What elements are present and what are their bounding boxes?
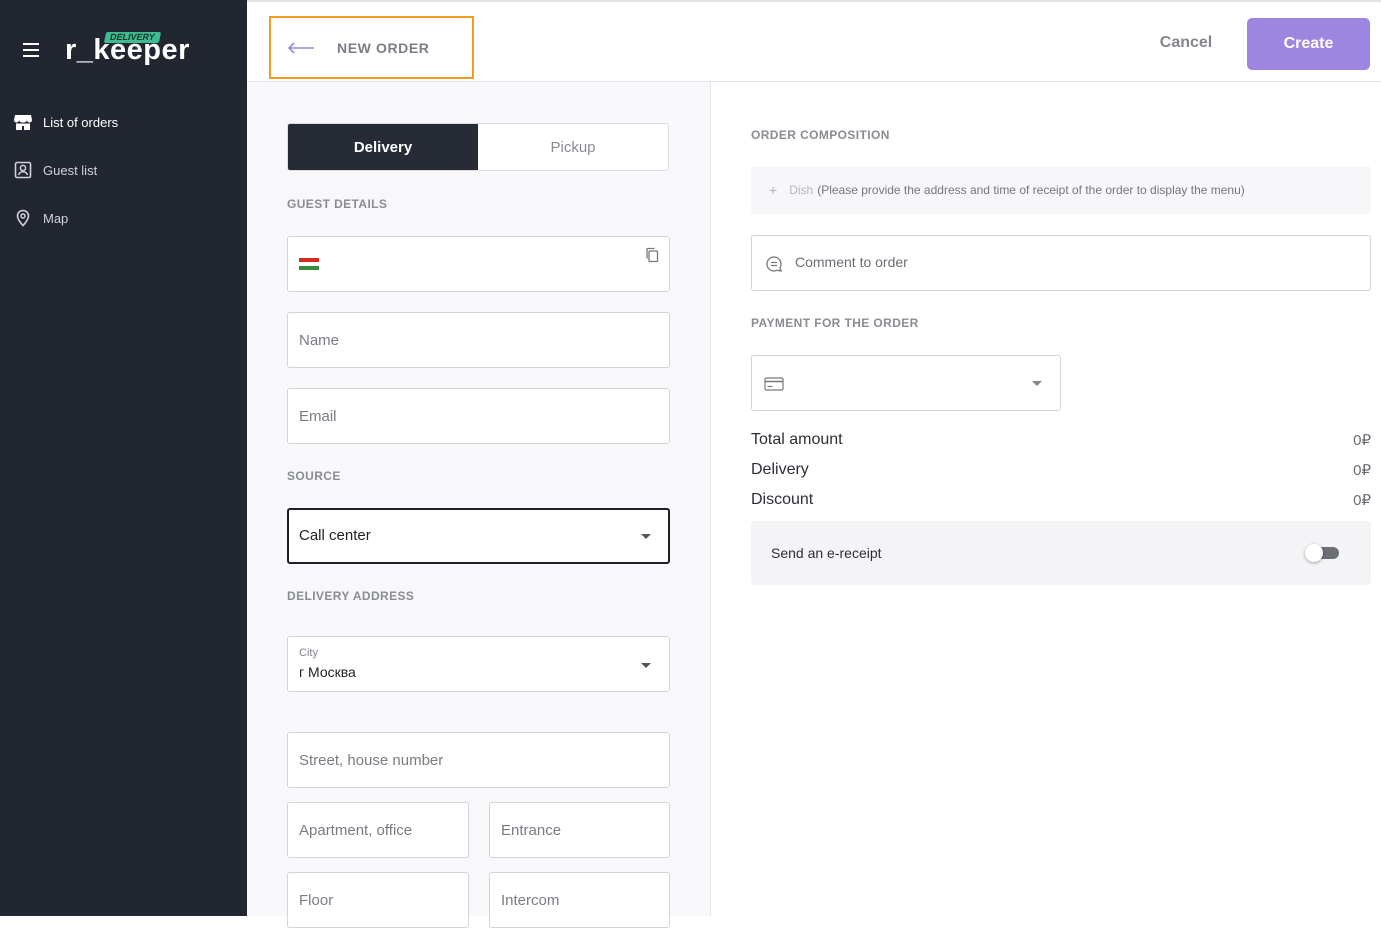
logo-tag: DELIVERY (103, 32, 161, 43)
page-header: NEW ORDER (269, 16, 474, 79)
sidebar: r_keeper DELIVERY List of orders Guest l… (0, 0, 247, 916)
city-label: City (299, 647, 318, 659)
entrance-field[interactable]: Entrance (489, 802, 670, 858)
name-field[interactable]: Name (287, 312, 670, 368)
email-field[interactable]: Email (287, 388, 670, 444)
comment-icon (765, 255, 783, 273)
email-placeholder: Email (299, 408, 337, 425)
city-select[interactable]: City г Москва (287, 636, 670, 692)
name-placeholder: Name (299, 332, 340, 349)
cancel-button[interactable]: Cancel (1142, 18, 1230, 68)
sidebar-item-list-of-orders[interactable]: List of orders (12, 108, 242, 136)
floor-placeholder: Floor (299, 892, 334, 909)
back-arrow-icon[interactable] (287, 41, 315, 55)
e-receipt-panel: Send an e-receipt (751, 521, 1371, 585)
total-amount-row: Total amount 0₽ (751, 431, 1371, 453)
map-pin-icon (12, 207, 34, 229)
copy-icon[interactable] (645, 247, 659, 263)
order-summary: ORDER COMPOSITION + Dish (Please provide… (711, 82, 1381, 916)
order-form: Delivery Pickup GUEST DETAILS Name Email… (247, 82, 711, 928)
comment-field[interactable]: Comment to order (751, 235, 1371, 291)
intercom-field[interactable]: Intercom (489, 872, 670, 928)
chevron-down-icon (641, 663, 651, 668)
plus-icon[interactable]: + (769, 182, 777, 198)
sidebar-item-label: Guest list (43, 162, 98, 178)
pickup-tab[interactable]: Pickup (478, 124, 668, 170)
dish-label: Dish (789, 183, 814, 197)
discount-row: Discount 0₽ (751, 491, 1371, 513)
city-value: г Москва (299, 664, 356, 680)
dish-hint: (Please provide the address and time of … (817, 183, 1245, 197)
source-value: Call center (299, 527, 371, 544)
order-type-switch: Delivery Pickup (287, 123, 669, 171)
total-amount-label: Total amount (751, 431, 843, 448)
order-composition-heading: ORDER COMPOSITION (751, 128, 890, 142)
credit-card-icon (764, 377, 784, 391)
store-icon (12, 111, 34, 133)
delivery-address-heading: DELIVERY ADDRESS (287, 589, 415, 603)
discount-label: Discount (751, 491, 814, 508)
guest-details-heading: GUEST DETAILS (287, 197, 388, 211)
add-dish-row[interactable]: + Dish (Please provide the address and t… (751, 166, 1371, 214)
chevron-down-icon (1032, 381, 1042, 386)
sidebar-item-map[interactable]: Map (12, 204, 242, 232)
discount-value: 0₽ (1353, 492, 1371, 509)
comment-placeholder: Comment to order (795, 254, 908, 270)
delivery-tab[interactable]: Delivery (288, 124, 478, 170)
sidebar-item-guest-list[interactable]: Guest list (12, 156, 242, 184)
e-receipt-label: Send an e-receipt (771, 545, 882, 561)
toggle-knob (1305, 544, 1323, 562)
page-title: NEW ORDER (337, 39, 430, 56)
sidebar-item-label: Map (43, 210, 69, 226)
apartment-placeholder: Apartment, office (299, 822, 413, 839)
total-amount-value: 0₽ (1353, 432, 1371, 449)
menu-icon[interactable] (23, 43, 39, 57)
logo[interactable]: r_keeper DELIVERY (65, 30, 189, 70)
phone-field[interactable] (287, 236, 670, 292)
street-placeholder: Street, house number (299, 752, 444, 769)
delivery-cost-value: 0₽ (1353, 462, 1371, 479)
floor-field[interactable]: Floor (287, 872, 469, 928)
guest-card-icon (12, 159, 34, 181)
payment-heading: PAYMENT FOR THE ORDER (751, 316, 919, 330)
chevron-down-icon (641, 534, 651, 539)
intercom-placeholder: Intercom (501, 892, 560, 909)
source-heading: SOURCE (287, 469, 341, 483)
delivery-cost-row: Delivery 0₽ (751, 461, 1371, 483)
delivery-cost-label: Delivery (751, 461, 809, 478)
entrance-placeholder: Entrance (501, 822, 562, 839)
street-field[interactable]: Street, house number (287, 732, 670, 788)
apartment-field[interactable]: Apartment, office (287, 802, 469, 858)
sidebar-item-label: List of orders (43, 114, 119, 130)
source-select[interactable]: Call center (287, 508, 670, 564)
payment-select[interactable] (751, 355, 1061, 411)
top-bar: NEW ORDER Cancel Create (247, 0, 1381, 82)
flag-icon[interactable] (299, 258, 319, 272)
create-button[interactable]: Create (1247, 18, 1370, 70)
e-receipt-toggle[interactable] (1305, 544, 1339, 562)
